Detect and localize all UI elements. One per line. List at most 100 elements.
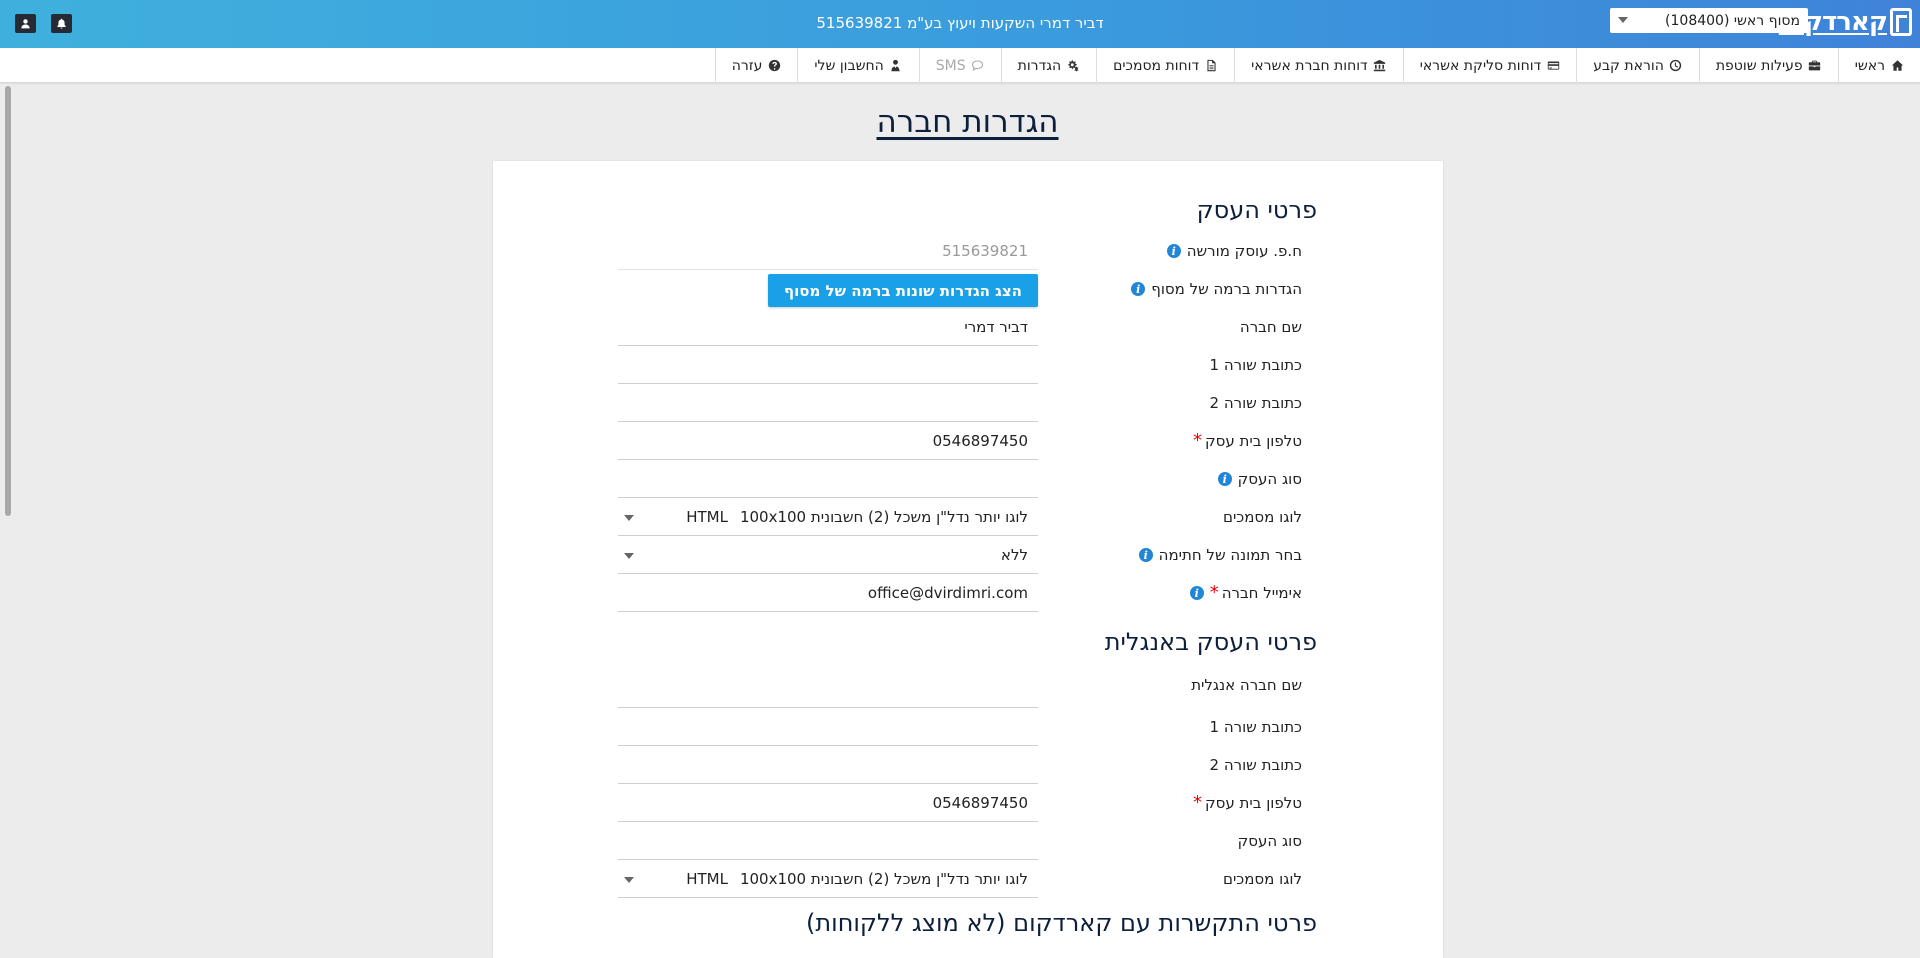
company-name-en-input[interactable] <box>618 668 1038 708</box>
tax-id-value: 515639821 <box>942 241 1028 260</box>
row-email: אימייל חברה * i office@dvirdimri.com <box>493 574 1443 612</box>
scrollbar-thumb[interactable] <box>5 86 11 516</box>
nav-label: דוחות מסמכים <box>1113 57 1200 74</box>
section-title-contact: פרטי התקשרות עם קארדקום (לא מוצג ללקוחות… <box>806 909 1317 937</box>
logo-en-select[interactable]: לוגו יותר נדל"ן משכל (2) חשבונית 100x100… <box>618 860 1038 898</box>
phone-input[interactable]: 0546897450 <box>618 422 1038 460</box>
credit-card-icon <box>1546 59 1560 73</box>
signature-label-text: בחר תמונה של חתימה <box>1158 546 1302 564</box>
question-icon <box>767 59 781 73</box>
address-2-en-label-text: כתובת שורה 2 <box>1209 756 1302 774</box>
user-button[interactable] <box>15 14 36 33</box>
top-header: קארדקום מסוף ראשי (108400) דביר דמרי השק… <box>0 0 1920 48</box>
row-terminal-settings: הגדרות ברמה של מסוף i הצג הגדרות שונות ב… <box>493 270 1443 308</box>
logo-select-value: לוגו יותר נדל"ן משכל (2) חשבונית 100x100 <box>739 507 1028 526</box>
nav-label: פעילות שוטפת <box>1715 57 1803 74</box>
section-title-business-en: פרטי העסק באנגלית <box>1104 628 1317 656</box>
company-name-label: שם חברה <box>1240 318 1302 336</box>
address-2-input[interactable] <box>618 384 1038 422</box>
logo-en-select-suffix: HTML <box>686 869 728 888</box>
address-1-label: כתובת שורה 1 <box>1210 356 1302 374</box>
nav-daily-activity[interactable]: פעילות שוטפת <box>1698 48 1838 83</box>
briefcase-icon <box>1808 59 1822 73</box>
user-icon <box>21 19 30 29</box>
logo-select[interactable]: לוגו יותר נדל"ן משכל (2) חשבונית 100x100… <box>618 498 1038 536</box>
signature-select[interactable]: ללא <box>618 536 1038 574</box>
row-address-2-en: כתובת שורה 2 <box>493 746 1443 784</box>
nav-label: עזרה <box>731 57 763 74</box>
main-nav: ראשי פעילות שוטפת הוראת קבע דוחות סליקת … <box>0 48 1920 83</box>
nav-clearing-reports[interactable]: דוחות סליקת אשראי <box>1402 48 1577 83</box>
address-2-label: כתובת שורה 2 <box>1210 394 1302 412</box>
business-type-label: סוג העסק i <box>1217 470 1302 488</box>
address-1-en-input[interactable] <box>618 708 1038 746</box>
bank-icon <box>1373 59 1387 73</box>
signature-label: בחר תמונה של חתימה i <box>1138 546 1302 564</box>
chevron-down-icon <box>624 515 634 521</box>
nav-label: ראשי <box>1854 57 1885 74</box>
row-signature: בחר תמונה של חתימה i ללא <box>493 536 1443 574</box>
home-icon <box>1890 59 1904 73</box>
business-type-en-input[interactable] <box>618 822 1038 860</box>
email-input[interactable]: office@dvirdimri.com <box>618 574 1038 612</box>
chevron-down-icon <box>624 877 634 883</box>
section-title-business: פרטי העסק <box>1196 196 1317 224</box>
phone-label-text: טלפון בית עסק <box>1205 432 1302 450</box>
nav-standing-order[interactable]: הוראת קבע <box>1576 48 1699 83</box>
business-type-en-label: סוג העסק <box>1238 832 1302 850</box>
user-tie-icon <box>889 59 903 73</box>
logo-label-text: לוגו מסמכים <box>1223 508 1302 526</box>
info-icon[interactable]: i <box>1138 548 1153 562</box>
address-1-input[interactable] <box>618 346 1038 384</box>
chevron-down-icon <box>624 553 634 559</box>
info-icon[interactable]: i <box>1189 586 1204 600</box>
logo-en-label-text: לוגו מסמכים <box>1223 870 1302 888</box>
business-type-en-label-text: סוג העסק <box>1237 832 1302 850</box>
page-title: הגדרות חברה <box>876 104 1059 140</box>
email-label: אימייל חברה * i <box>1189 584 1302 602</box>
tax-id-label-text: ח.פ. עוסק מורשה <box>1186 242 1302 260</box>
logo-select-suffix: HTML <box>686 507 728 526</box>
row-logo-en: לוגו מסמכים לוגו יותר נדל"ן משכל (2) חשב… <box>493 860 1443 898</box>
info-icon[interactable]: i <box>1217 472 1232 486</box>
company-name-input[interactable]: דביר דמרי <box>618 308 1038 346</box>
phone-en-label-text: טלפון בית עסק <box>1205 794 1302 812</box>
clock-icon <box>1669 59 1683 73</box>
phone-label: טלפון בית עסק * <box>1193 432 1302 451</box>
logo-label: לוגו מסמכים <box>1223 508 1302 526</box>
nav-settings[interactable]: הגדרות <box>1000 48 1096 83</box>
info-icon[interactable]: i <box>1166 244 1181 258</box>
nav-my-account[interactable]: החשבון שלי <box>797 48 918 83</box>
tax-id-label: ח.פ. עוסק מורשה i <box>1166 242 1302 260</box>
required-asterisk: * <box>1193 792 1203 813</box>
logo-en-select-value: לוגו יותר נדל"ן משכל (2) חשבונית 100x100 <box>739 869 1028 888</box>
row-business-type: סוג העסק i <box>493 460 1443 498</box>
business-type-input[interactable] <box>618 460 1038 498</box>
nav-help[interactable]: עזרה <box>714 48 798 83</box>
email-label-text: אימייל חברה <box>1221 584 1302 602</box>
phone-value: 0546897450 <box>932 431 1028 450</box>
terminal-settings-label-text: הגדרות ברמה של מסוף <box>1151 280 1302 298</box>
row-phone-en: טלפון בית עסק * 0546897450 <box>493 784 1443 822</box>
notifications-button[interactable] <box>51 14 72 33</box>
show-terminal-settings-button[interactable]: הצג הגדרות שונות ברמה של מסוף <box>768 274 1038 307</box>
nav-document-reports[interactable]: דוחות מסמכים <box>1096 48 1234 83</box>
nav-label: החשבון שלי <box>814 57 884 74</box>
row-address-1-en: כתובת שורה 1 <box>493 708 1443 746</box>
bell-icon <box>57 18 66 29</box>
nav-sms[interactable]: SMS <box>918 48 1001 83</box>
terminal-settings-label: הגדרות ברמה של מסוף i <box>1131 280 1302 298</box>
address-1-en-label: כתובת שורה 1 <box>1210 718 1302 736</box>
info-icon[interactable]: i <box>1131 282 1146 296</box>
signature-select-value: ללא <box>1000 545 1028 564</box>
business-type-label-text: סוג העסק <box>1237 470 1302 488</box>
document-icon <box>1204 59 1218 73</box>
nav-home[interactable]: ראשי <box>1837 48 1920 83</box>
row-company-name-en-input <box>493 668 1443 708</box>
company-title: דביר דמרי השקעות ויעוץ בע"מ 515639821 <box>816 14 1104 32</box>
nav-credit-company-reports[interactable]: דוחות חברת אשראי <box>1234 48 1403 83</box>
nav-label: דוחות חברת אשראי <box>1251 57 1368 74</box>
phone-en-input[interactable]: 0546897450 <box>618 784 1038 822</box>
address-2-en-input[interactable] <box>618 746 1038 784</box>
gears-icon <box>1066 59 1080 73</box>
